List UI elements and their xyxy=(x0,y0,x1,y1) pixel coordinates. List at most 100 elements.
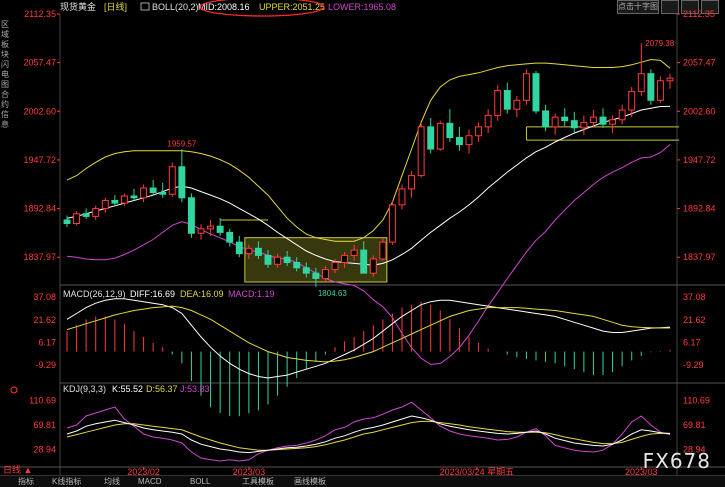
candle-down xyxy=(149,187,157,193)
candle-up xyxy=(92,207,100,217)
bottom-tab[interactable]: BOLL xyxy=(190,476,210,487)
candle-up xyxy=(274,256,282,265)
kdj-k-line xyxy=(66,415,671,454)
candle-down xyxy=(542,110,550,128)
candle-up xyxy=(580,121,588,129)
kdj-d-line xyxy=(66,420,671,451)
left-strip-char[interactable]: 约 xyxy=(0,100,10,110)
macd-y-tick-left: 6.17 xyxy=(38,338,56,348)
y-tick-label-left: 2112.35 xyxy=(24,9,56,19)
candle-up xyxy=(408,175,416,190)
candle-up xyxy=(197,228,205,234)
left-strip-char[interactable]: 块 xyxy=(0,50,10,60)
kdj-j-line xyxy=(66,401,671,462)
candle-up xyxy=(73,213,81,224)
candle-up xyxy=(331,261,339,271)
bottom-tab[interactable]: K线指标 xyxy=(52,476,81,487)
y-tick-label-left: 1837.97 xyxy=(23,252,56,262)
bottom-tab[interactable]: 画线模板 xyxy=(294,476,326,487)
left-strip-char[interactable]: 闪 xyxy=(0,60,10,70)
annotation-high-latest: 2079.38 xyxy=(645,39,674,48)
boll-upper-line xyxy=(66,58,671,242)
period-dropdown-button[interactable]: 日线 ▲ xyxy=(3,463,32,476)
macd-y-tick-left: 21.62 xyxy=(33,315,56,325)
candle-up xyxy=(341,254,349,263)
left-side-tabs: 区域板块闪电图合约信息 xyxy=(0,20,10,130)
candle-up xyxy=(475,126,483,137)
candle-up xyxy=(120,195,128,204)
candle-down xyxy=(599,116,607,125)
bottom-tab[interactable]: MACD xyxy=(138,476,162,487)
candle-down xyxy=(283,256,291,263)
bottom-tab[interactable]: 均线 xyxy=(104,476,120,487)
bottom-toolbar: 指标 K线指标 均线 MACD BOLL 工具模板 画线模板 xyxy=(0,475,725,487)
candle-up xyxy=(417,126,425,177)
candle-down xyxy=(264,254,272,265)
candle-up xyxy=(522,73,530,101)
candle-down xyxy=(226,231,234,243)
macd-y-tick-right: -9.29 xyxy=(683,360,704,370)
candle-up xyxy=(350,249,358,256)
left-strip-char[interactable]: 电 xyxy=(0,70,10,80)
candle-down xyxy=(235,241,243,255)
candle-down xyxy=(360,249,368,274)
fx678-watermark: FX678 xyxy=(642,449,711,473)
macd-dea-label: DEA:16.09 xyxy=(180,289,224,299)
left-strip-char[interactable]: 板 xyxy=(0,40,10,50)
candle-down xyxy=(159,191,167,195)
macd-title: MACD(26,12,9) xyxy=(63,289,126,299)
annotation-low-mar: 1804.63 xyxy=(318,289,347,298)
kdj-y-tick-right: 110.69 xyxy=(683,396,710,406)
y-tick-label-right: 2002.60 xyxy=(683,106,716,116)
left-strip-char[interactable]: 域 xyxy=(0,30,10,40)
candle-up xyxy=(398,188,406,206)
annotation-high-feb: 1959.57 xyxy=(167,139,196,148)
candle-down xyxy=(455,137,463,146)
kdj-y-tick-right: 69.81 xyxy=(683,420,706,430)
candle-down xyxy=(302,267,310,274)
macd-dea-line xyxy=(66,305,670,363)
y-tick-label-right: 1837.97 xyxy=(683,252,716,262)
macd-panel xyxy=(66,298,671,417)
left-strip-char[interactable]: 信 xyxy=(0,110,10,120)
left-strip-char[interactable]: 息 xyxy=(0,120,10,130)
y-tick-label-right: 1947.72 xyxy=(683,155,716,165)
left-strip-char[interactable]: 区 xyxy=(0,20,10,30)
kdj-y-tick-left: 28.94 xyxy=(33,445,56,455)
candle-down xyxy=(570,120,578,129)
candle-down xyxy=(63,219,71,224)
candle-up xyxy=(207,225,215,230)
candle-up xyxy=(656,80,664,101)
candle-up xyxy=(168,166,176,195)
kdj-k-label: K:55.52 xyxy=(112,384,143,394)
bottom-tab[interactable]: 工具模板 xyxy=(242,476,274,487)
candle-down xyxy=(187,197,195,234)
instrument-title: 现货黄金 xyxy=(60,1,96,12)
candle-up xyxy=(637,73,645,92)
macd-y-tick-left: -9.29 xyxy=(35,360,56,370)
candle-up xyxy=(609,119,617,125)
bottom-tab[interactable]: 指标 xyxy=(18,476,34,487)
kdj-d-label: D:56.37 xyxy=(146,384,178,394)
candle-up xyxy=(369,258,377,274)
candle-up xyxy=(101,199,109,209)
candle-down xyxy=(446,122,454,139)
y-tick-label-left: 1892.84 xyxy=(23,204,56,214)
boll-legend-swatch xyxy=(140,2,150,11)
candle-up xyxy=(494,90,502,116)
left-strip-char[interactable]: 合 xyxy=(0,90,10,100)
candle-up xyxy=(321,269,329,279)
macd-y-tick-right: 6.17 xyxy=(683,338,701,348)
kdj-title: KDJ(9,3,3) xyxy=(63,384,106,394)
candle-up xyxy=(388,204,396,243)
kdj-panel xyxy=(66,401,671,462)
macd-diff-line xyxy=(66,298,671,379)
candle-up xyxy=(140,187,148,199)
candle-down xyxy=(178,166,186,199)
gold-daily-chart: 2112.35 2112.35 2057.47 2057.47 2002.60 2002.… xyxy=(0,0,725,478)
candle-up xyxy=(436,122,444,150)
candle-up xyxy=(513,99,521,110)
candle-down xyxy=(427,126,435,150)
candle-down xyxy=(130,195,138,199)
left-strip-char[interactable]: 图 xyxy=(0,80,10,90)
